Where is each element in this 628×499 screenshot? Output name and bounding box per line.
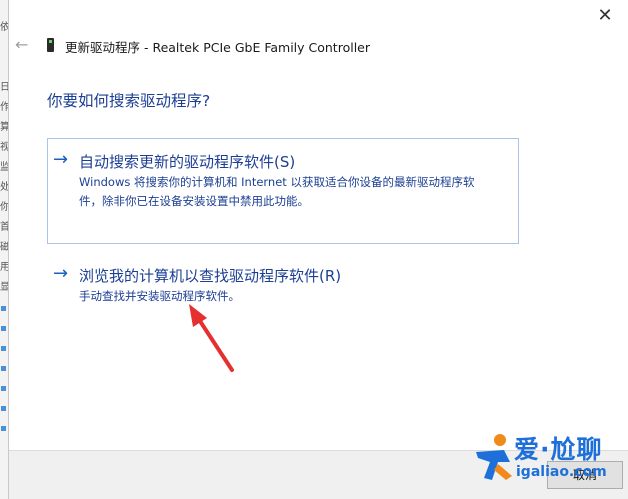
watermark-text: 爱·尬聊: [514, 435, 603, 464]
tree-node-icon: [1, 306, 6, 311]
network-adapter-icon: [47, 38, 54, 52]
option-description: 手动查找并安装驱动程序软件。: [79, 289, 240, 303]
arrow-right-icon: →: [53, 149, 69, 170]
close-button[interactable]: ✕: [595, 6, 615, 26]
watermark-logo: 爱·尬聊 igaliao.com: [470, 428, 620, 492]
dialog-title: 更新驱动程序 - Realtek PCIe GbE Family Control…: [65, 40, 370, 55]
tree-node-icon: [1, 406, 6, 411]
watermark-url: igaliao.com: [516, 464, 607, 480]
tree-node-icon: [1, 426, 6, 431]
browse-computer-option[interactable]: → 浏览我的计算机以查找驱动程序软件(R) 手动查找并安装驱动程序软件。: [47, 258, 519, 308]
auto-search-option[interactable]: → 自动搜索更新的驱动程序软件(S) Windows 将搜索你的计算机和 Int…: [47, 138, 519, 244]
update-driver-dialog: ✕ ← 更新驱动程序 - Realtek PCIe GbE Family Con…: [8, 0, 628, 499]
option-description: Windows 将搜索你的计算机和 Internet 以获取适合你设备的最新驱动…: [79, 173, 515, 211]
page-heading: 你要如何搜索驱动程序?: [47, 92, 211, 110]
option-title: 自动搜索更新的驱动程序软件(S): [79, 153, 296, 171]
option-description-line: 件，除非你已在设备安装设置中禁用此功能。: [79, 194, 309, 208]
runner-icon: [476, 434, 512, 480]
tree-node-icon: [1, 326, 6, 331]
arrow-right-icon: →: [53, 263, 69, 284]
tree-node-icon: [1, 346, 6, 351]
tree-node-icon: [1, 386, 6, 391]
option-title: 浏览我的计算机以查找驱动程序软件(R): [79, 267, 342, 285]
back-arrow-icon[interactable]: ←: [15, 36, 33, 54]
option-description-line: Windows 将搜索你的计算机和 Internet 以获取适合你设备的最新驱动…: [79, 175, 475, 189]
tree-node-icon: [1, 366, 6, 371]
